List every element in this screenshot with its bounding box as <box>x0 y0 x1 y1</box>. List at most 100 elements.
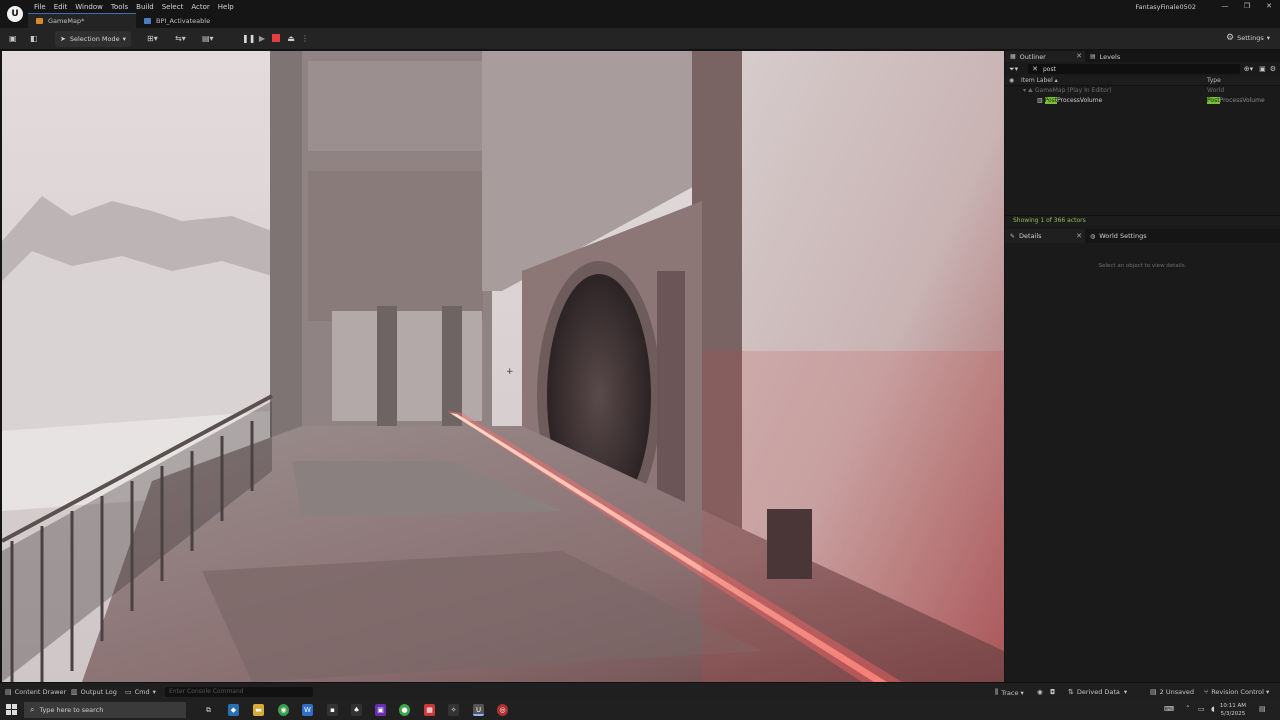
steam-icon[interactable]: ◆ <box>228 704 239 716</box>
derived-data-button[interactable]: ⇅ Derived Data ▾ <box>1068 688 1127 696</box>
settings-label: Settings <box>1237 34 1264 42</box>
app-icon[interactable]: ♠ <box>351 704 362 716</box>
tab-gamemap[interactable]: GameMap* <box>28 13 136 28</box>
menu-help[interactable]: Help <box>214 0 238 12</box>
menu-file[interactable]: File <box>30 0 50 12</box>
volume-icon[interactable]: ◖ <box>1211 705 1215 713</box>
row-type: World <box>1207 87 1225 94</box>
file-explorer-icon[interactable]: ▬ <box>253 704 264 716</box>
word-icon[interactable]: W <box>302 704 313 716</box>
column-item-label-text: Item Label <box>1021 77 1053 84</box>
tab-details[interactable]: ✎ Details ✕ <box>1005 229 1085 243</box>
menu-window[interactable]: Window <box>71 0 107 12</box>
maximize-button[interactable]: ❐ <box>1236 0 1258 12</box>
tab-bpi-activateable[interactable]: BPI_Activateable <box>136 13 218 28</box>
tab-outliner[interactable]: ▦ Outliner ✕ <box>1005 51 1085 62</box>
volume-icon: ▥ <box>1037 97 1043 104</box>
level-viewport[interactable]: + <box>2 51 1004 682</box>
network-icon[interactable]: ▭ <box>1198 705 1205 713</box>
window-controls: — ❐ ✕ <box>1214 0 1280 12</box>
levels-icon: ▤ <box>1090 53 1096 60</box>
menu-bar: File Edit Window Tools Build Select Acto… <box>30 0 238 12</box>
unsaved-button[interactable]: ▤ 2 Unsaved <box>1150 688 1194 696</box>
add-filter-icon[interactable]: ⊕▾ <box>1244 65 1253 73</box>
app-icon[interactable]: ▣ <box>375 704 386 716</box>
windows-taskbar: ⌕ Type here to search ⧉ ◆ ▬ ◉ W ▪ ♠ ▣ ● … <box>0 700 1280 720</box>
outliner-status: Showing 1 of 366 actors <box>1005 215 1280 226</box>
pause-button[interactable]: ❚❚ <box>242 32 255 45</box>
column-item-label[interactable]: Item Label ▴ <box>1021 77 1058 84</box>
save-icon[interactable]: ▣ <box>9 33 17 44</box>
outliner-search-input[interactable]: ✕ post <box>1028 64 1240 74</box>
taskbar-search-input[interactable]: ⌕ Type here to search <box>24 702 186 718</box>
search-highlight: Post <box>1044 97 1058 104</box>
tab-levels-label: Levels <box>1099 52 1121 61</box>
keyboard-icon[interactable]: ⌨ <box>1164 705 1174 713</box>
chevron-down-icon: ▾ <box>1020 688 1024 697</box>
outliner-row-postprocessvolume[interactable]: ▥ PostProcessVolume PostProcessVolume <box>1005 96 1280 106</box>
unreal-editor-taskbar-icon[interactable]: U <box>473 704 484 716</box>
camera-icon[interactable]: ◘ <box>1050 688 1055 696</box>
chevron-down-icon: ▾ <box>1265 688 1270 696</box>
tab-levels[interactable]: ▤ Levels <box>1085 51 1125 62</box>
notification-icon[interactable]: ▤ <box>1259 705 1266 713</box>
new-folder-icon[interactable]: ▣ <box>1259 65 1266 73</box>
map-icon <box>36 18 43 24</box>
trace-button[interactable]: ⫼ Trace ▾ <box>995 688 1024 697</box>
settings-gear-icon[interactable]: ⚙ <box>1270 65 1276 73</box>
cmd-dropdown[interactable]: ▭ Cmd ▾ <box>125 688 156 696</box>
console-command-input[interactable]: Enter Console Command <box>165 687 313 697</box>
column-type[interactable]: Type <box>1207 77 1221 84</box>
outliner-row-world[interactable]: ▾ ⛰ GameMap (Play In Editor) World <box>1005 86 1280 96</box>
app-icon[interactable]: ● <box>399 704 410 716</box>
pencil-icon: ✎ <box>1010 232 1016 240</box>
row-label-rest: ProcessVolume <box>1057 97 1103 104</box>
cinematics-icon[interactable]: ▤▾ <box>202 33 214 44</box>
unreal-logo-icon[interactable]: U <box>7 6 23 22</box>
filter-icon[interactable]: ⏷▾ <box>1009 65 1018 74</box>
tree-row-label: ▥ PostProcessVolume <box>1037 97 1102 104</box>
clock[interactable]: 10:11 AM 5/3/2025 <box>1220 702 1246 718</box>
step-button[interactable]: ▶ <box>256 32 268 45</box>
task-view-icon[interactable]: ⧉ <box>203 704 214 716</box>
content-drawer-button[interactable]: ▤ Content Drawer <box>5 688 66 696</box>
stop-button[interactable] <box>270 32 282 45</box>
search-icon: ⌕ <box>30 705 35 714</box>
app-icon[interactable]: ▪ <box>327 704 338 716</box>
blueprint-icon[interactable]: ⇆▾ <box>175 33 186 44</box>
revision-control-button[interactable]: ⑂ Revision Control ▾ <box>1204 688 1269 696</box>
close-icon[interactable]: ✕ <box>1076 232 1082 240</box>
outliner-tabbar: ▦ Outliner ✕ ▤ Levels <box>1005 51 1280 62</box>
outliner-search-row: ⏷▾ ✕ post ⊕▾ ▣ ⚙ <box>1005 62 1280 76</box>
chevron-up-icon[interactable]: ˄ <box>1186 705 1190 713</box>
project-name: FantasyFinale0502 <box>1135 3 1196 11</box>
menu-tools[interactable]: Tools <box>107 0 132 12</box>
unsaved-label: 2 Unsaved <box>1159 688 1195 696</box>
svg-text:+: + <box>506 367 514 377</box>
menu-select[interactable]: Select <box>158 0 188 12</box>
minimize-button[interactable]: — <box>1214 0 1236 12</box>
eject-button[interactable]: ⏏ <box>285 32 297 45</box>
menu-build[interactable]: Build <box>132 0 158 12</box>
visibility-eye-icon[interactable]: ◉ <box>1009 77 1014 84</box>
viewport-scene[interactable]: + <box>2 51 1004 682</box>
output-log-button[interactable]: ▥ Output Log <box>71 688 117 696</box>
menu-edit[interactable]: Edit <box>50 0 72 12</box>
selection-mode-dropdown[interactable]: ➤ Selection Mode ▾ <box>55 31 131 47</box>
close-button[interactable]: ✕ <box>1258 0 1280 12</box>
record-icon[interactable]: ◉ <box>1037 688 1043 696</box>
content-browser-icon[interactable]: ◧ <box>30 33 38 44</box>
windows-start-icon[interactable] <box>6 704 18 716</box>
cmd-label: Cmd <box>134 688 150 696</box>
close-icon[interactable]: ✕ <box>1076 52 1082 60</box>
settings-button[interactable]: ⚙ Settings ▾ <box>1226 33 1270 43</box>
app-icon[interactable]: ◎ <box>497 704 508 716</box>
menu-actor[interactable]: Actor <box>187 0 213 12</box>
add-actor-icon[interactable]: ⊞▾ <box>147 33 158 44</box>
tab-world-settings[interactable]: ◍ World Settings <box>1085 229 1152 243</box>
play-options-button[interactable]: ⋮ <box>299 32 311 45</box>
clear-search-icon[interactable]: ✕ <box>1032 65 1038 73</box>
app-icon[interactable]: ✧ <box>448 704 459 716</box>
chrome-icon[interactable]: ◉ <box>278 704 289 716</box>
app-icon[interactable]: ▦ <box>424 704 435 716</box>
